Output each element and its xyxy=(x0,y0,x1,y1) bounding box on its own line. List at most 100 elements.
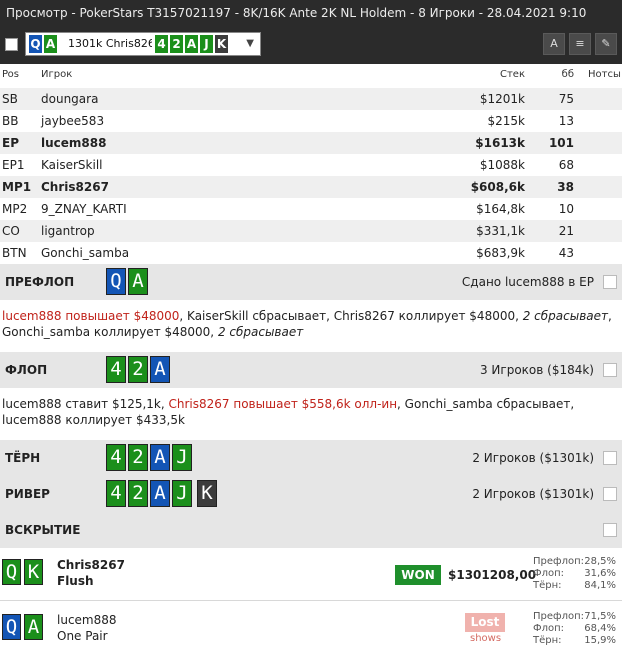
font-size-button[interactable]: A xyxy=(543,33,565,55)
row-name: 9_ZNAY_KARTI xyxy=(41,202,127,216)
card: K xyxy=(197,480,217,507)
board-card-5: K xyxy=(215,35,228,53)
row-name: ligantrop xyxy=(41,224,95,238)
hand-select-label: 1301k Chris8267 xyxy=(68,37,152,50)
action-text: lucem888 ставит $125,1k, xyxy=(2,397,169,411)
player-name: lucem888 xyxy=(57,613,117,627)
row-bb: 38 xyxy=(557,180,574,194)
street-title: ФЛОП xyxy=(5,363,48,377)
row-pos: CO xyxy=(2,224,20,238)
street-info: 3 Игроков ($184k) xyxy=(479,363,594,377)
street-info: Сдано lucem888 в EP xyxy=(461,275,594,289)
table-row[interactable]: CO ligantrop $331,1k 21 xyxy=(0,220,622,242)
hand-card-1: Q xyxy=(29,35,42,53)
table-row[interactable]: SB doungara $1201k 75 xyxy=(0,88,622,110)
action-raise: lucem888 повышает $48000 xyxy=(2,309,180,323)
row-stack: $215k xyxy=(487,114,526,128)
row-bb: 21 xyxy=(558,224,574,238)
card: 4 xyxy=(106,444,126,471)
row-name: Chris8267 xyxy=(41,180,109,194)
row-pos: EP xyxy=(2,136,19,150)
board-card-2: 2 xyxy=(170,35,183,53)
equity-label: Тёрн: xyxy=(533,580,562,591)
action-folds: 2 сбрасывает xyxy=(217,325,304,339)
hand-rank: One Pair xyxy=(57,629,108,643)
card: A xyxy=(150,444,170,471)
col-bb: бб xyxy=(561,69,574,80)
street-preflop: ПРЕФЛОП Q A Сдано lucem888 в EP xyxy=(0,264,622,300)
shows-label: shows xyxy=(470,633,502,644)
equity-label: Префлоп: xyxy=(533,611,584,622)
preflop-actions: lucem888 повышает $48000, KaiserSkill сб… xyxy=(2,308,614,340)
list-button[interactable]: ≡ xyxy=(569,33,591,55)
card: Q xyxy=(106,268,126,295)
equity-value: 68,4% xyxy=(584,623,616,634)
card: 2 xyxy=(128,356,148,383)
street-turn: ТЁРН 4 2 A J 2 Игроков ($1301k) xyxy=(0,440,622,476)
street-info: 2 Игроков ($1301k) xyxy=(472,487,594,501)
street-checkbox[interactable] xyxy=(603,451,617,465)
table-row[interactable]: MP2 9_ZNAY_KARTI $164,8k 10 xyxy=(0,198,622,220)
edit-button[interactable]: ✎ xyxy=(595,33,617,55)
row-name: Gonchi_samba xyxy=(41,246,130,260)
card: A xyxy=(128,268,148,295)
row-bb: 101 xyxy=(548,136,574,150)
players-table-header: Pos Игрок Стек бб Нотсы xyxy=(0,64,622,86)
col-stack: Стек xyxy=(500,69,525,80)
card: J xyxy=(172,444,192,471)
table-row[interactable]: EP1 KaiserSkill $1088k 68 xyxy=(0,154,622,176)
card: 2 xyxy=(128,444,148,471)
action-folds: 2 сбрасывает xyxy=(522,309,609,323)
street-title: РИВЕР xyxy=(5,487,50,501)
col-pos: Pos xyxy=(2,69,20,80)
select-checkbox[interactable] xyxy=(5,38,18,51)
street-info: 2 Игроков ($1301k) xyxy=(472,451,594,465)
row-bb: 13 xyxy=(558,114,574,128)
hand-card-2: A xyxy=(44,35,57,53)
equity-value: 84,1% xyxy=(584,580,616,591)
action-text: , KaiserSkill сбрасывает, Chris8267 колл… xyxy=(179,309,523,323)
won-amount: $1301208,00 xyxy=(448,568,537,582)
row-pos: MP2 xyxy=(2,202,28,216)
row-stack: $1201k xyxy=(479,92,525,106)
equity-value: 31,6% xyxy=(584,568,616,579)
equity-label: Флоп: xyxy=(533,623,565,634)
chevron-down-icon[interactable]: ▼ xyxy=(246,33,254,55)
street-showdown: ВСКРЫТИЕ xyxy=(0,512,622,548)
row-stack: $1613k xyxy=(475,136,525,150)
showdown-row-winner: Q K Chris8267 Flush WON $1301208,00 Преф… xyxy=(0,548,622,600)
row-pos: BB xyxy=(2,114,19,128)
street-river: РИВЕР 4 2 A J K 2 Игроков ($1301k) xyxy=(0,476,622,512)
row-stack: $1088k xyxy=(479,158,525,172)
row-name: jaybee583 xyxy=(41,114,105,128)
row-pos: EP1 xyxy=(2,158,25,172)
card: K xyxy=(24,559,43,585)
card: A xyxy=(24,614,43,640)
card: A xyxy=(150,480,170,507)
table-row[interactable]: BTN Gonchi_samba $683,9k 43 xyxy=(0,242,622,264)
board-card-1: 4 xyxy=(155,35,168,53)
row-name: KaiserSkill xyxy=(41,158,103,172)
row-pos: BTN xyxy=(2,246,27,260)
flop-actions: lucem888 ставит $125,1k, Chris8267 повыш… xyxy=(2,396,614,428)
row-pos: MP1 xyxy=(2,180,32,194)
street-checkbox[interactable] xyxy=(603,487,617,501)
street-checkbox[interactable] xyxy=(603,363,617,377)
street-flop: ФЛОП 4 2 A 3 Игроков ($184k) xyxy=(0,352,622,388)
row-pos: SB xyxy=(2,92,18,106)
row-stack: $164,8k xyxy=(476,202,525,216)
table-row[interactable]: BB jaybee583 $215k 13 xyxy=(0,110,622,132)
table-row[interactable]: MP1 Chris8267 $608,6k 38 xyxy=(0,176,622,198)
street-checkbox[interactable] xyxy=(603,275,617,289)
row-name: lucem888 xyxy=(41,136,107,150)
street-title: ПРЕФЛОП xyxy=(5,275,75,289)
street-checkbox[interactable] xyxy=(603,523,617,537)
table-row[interactable]: EP lucem888 $1613k 101 xyxy=(0,132,622,154)
font-size-icon: A xyxy=(550,37,558,50)
hand-select[interactable]: Q A 1301k Chris8267 4 2 A J K ▼ xyxy=(25,32,261,56)
card: 2 xyxy=(128,480,148,507)
card: 4 xyxy=(106,480,126,507)
card: Q xyxy=(2,559,21,585)
row-bb: 75 xyxy=(558,92,574,106)
board-card-3: A xyxy=(185,35,198,53)
